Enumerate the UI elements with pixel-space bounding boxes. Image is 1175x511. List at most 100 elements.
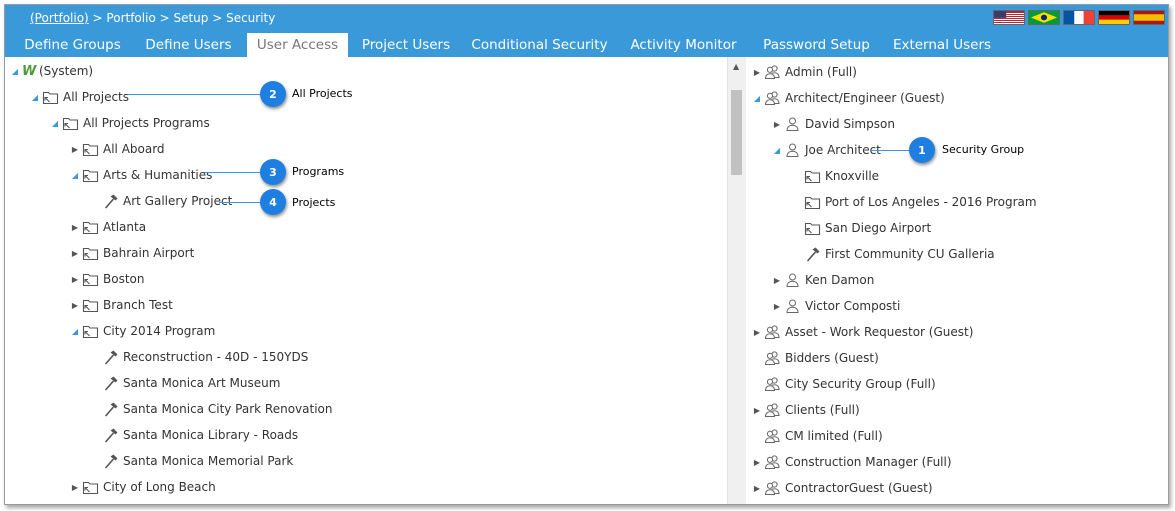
project-node-label: Bahrain Airport	[103, 246, 195, 260]
security-group-tree-node[interactable]: ▶ Ken Damon	[773, 270, 874, 290]
tab-user-access[interactable]: User Access	[247, 33, 348, 57]
scrollbar-thumb[interactable]	[731, 90, 742, 175]
security-group-node-label: City Security Group (Full)	[785, 377, 936, 391]
tab-define-users[interactable]: Define Users	[135, 33, 242, 57]
tab-conditional-security[interactable]: Conditional Security	[464, 33, 615, 57]
project-tree-node[interactable]: ▶ Bahrain Airport	[71, 243, 194, 263]
project-tree-node[interactable]: ◢ All Projects	[31, 87, 129, 107]
system-logo-icon: W	[22, 63, 37, 79]
security-group-node-label: Construction Manager (Full)	[785, 455, 952, 469]
toggle-spacer	[793, 249, 801, 259]
collapse-arrow-icon[interactable]: ◢	[71, 326, 79, 336]
project-tree-node[interactable]: Santa Monica City Park Renovation	[91, 399, 333, 419]
project-node-label: Santa Monica Art Museum	[123, 376, 281, 390]
project-tree-node[interactable]: ◢ City 2014 Program	[71, 321, 215, 341]
security-group-tree-node[interactable]: Bidders (Guest)	[753, 348, 879, 368]
security-group-tree-node[interactable]: ▶ ContractorGuest (Guest)	[753, 478, 933, 498]
france-flag-icon[interactable]	[1063, 10, 1095, 25]
project-tree-node[interactable]: ▶ Boston	[71, 269, 144, 289]
expand-arrow-icon[interactable]: ▶	[753, 327, 761, 337]
project-tree-node[interactable]: ◢ Arts & Humanities	[71, 165, 212, 185]
scroll-up-icon[interactable]: ▲	[733, 62, 739, 71]
folder-icon	[82, 245, 99, 261]
project-node-label: Arts & Humanities	[103, 168, 213, 182]
expand-arrow-icon[interactable]: ▶	[753, 405, 761, 415]
expand-arrow-icon[interactable]: ▶	[71, 274, 79, 284]
security-group-tree-node[interactable]: Knoxville	[793, 166, 879, 186]
germany-flag-icon[interactable]	[1098, 10, 1130, 25]
tab-activity-monitor[interactable]: Activity Monitor	[620, 33, 747, 57]
expand-arrow-icon[interactable]: ▶	[773, 119, 781, 129]
brazil-flag-icon[interactable]	[1028, 10, 1060, 25]
expand-arrow-icon[interactable]: ▶	[753, 67, 761, 77]
security-group-tree-node[interactable]: San Diego Airport	[793, 218, 931, 238]
security-group-tree-node[interactable]: First Community CU Galleria	[793, 244, 995, 264]
project-tree-node[interactable]: Santa Monica Art Museum	[91, 373, 280, 393]
security-group-tree-node[interactable]: ▶ Construction Manager (Full)	[753, 452, 952, 472]
security-group-node-label: Victor Composti	[805, 299, 901, 313]
security-group-tree-node[interactable]: ▶ Admin (Full)	[753, 62, 857, 82]
security-group-tree-node[interactable]: ▶ Asset - Work Requestor (Guest)	[753, 322, 973, 342]
project-tree-node[interactable]: ◢ W (System)	[11, 61, 93, 81]
collapse-arrow-icon[interactable]: ◢	[31, 92, 39, 102]
callout-1-line	[871, 150, 911, 151]
security-group-tree-node[interactable]: ◢ Architect/Engineer (Guest)	[753, 88, 945, 108]
project-node-label: Atlanta	[103, 220, 147, 234]
collapse-arrow-icon[interactable]: ◢	[71, 170, 79, 180]
callout-3-line	[204, 172, 264, 173]
tab-password-setup[interactable]: Password Setup	[752, 33, 881, 57]
project-tree-node[interactable]: ▶ Atlanta	[71, 217, 146, 237]
project-tree-node[interactable]: ▶ City of Long Beach	[71, 477, 216, 497]
expand-arrow-icon[interactable]: ▶	[753, 457, 761, 467]
expand-arrow-icon[interactable]: ▶	[773, 301, 781, 311]
security-group-node-label: CM limited (Full)	[785, 429, 883, 443]
expand-arrow-icon[interactable]: ▶	[71, 248, 79, 258]
toggle-spacer	[793, 171, 801, 181]
expand-arrow-icon[interactable]: ▶	[71, 482, 79, 492]
expand-arrow-icon[interactable]: ▶	[71, 222, 79, 232]
folder-icon	[804, 168, 821, 184]
expand-arrow-icon[interactable]: ▶	[753, 483, 761, 493]
collapse-arrow-icon[interactable]: ◢	[11, 66, 19, 76]
spain-flag-icon[interactable]	[1133, 10, 1165, 25]
tab-project-users[interactable]: Project Users	[353, 33, 459, 57]
breadcrumb: (Portfolio) > Portfolio > Setup > Securi…	[30, 11, 275, 25]
us-flag-icon[interactable]	[993, 10, 1025, 25]
folder-icon	[804, 220, 821, 236]
security-group-tree-node[interactable]: ▶ Clients (Full)	[753, 400, 860, 420]
security-group-node-label: Joe Architect	[805, 143, 881, 157]
project-tree-node[interactable]: ▶ All Aboard	[71, 139, 165, 159]
collapse-arrow-icon[interactable]: ◢	[51, 118, 59, 128]
security-group-tree-node[interactable]: CM limited (Full)	[753, 426, 883, 446]
tab-define-groups[interactable]: Define Groups	[15, 33, 130, 57]
project-node-label: Boston	[103, 272, 145, 286]
group-icon	[764, 350, 781, 366]
collapse-arrow-icon[interactable]: ◢	[773, 145, 781, 155]
security-group-tree-node[interactable]: Port of Los Angeles - 2016 Program	[793, 192, 1037, 212]
user-icon	[784, 272, 801, 288]
folder-icon	[42, 89, 59, 105]
expand-arrow-icon[interactable]: ▶	[71, 144, 79, 154]
group-icon	[764, 324, 781, 340]
project-node-label: Reconstruction - 40D - 150YDS	[123, 350, 309, 364]
project-tree-node[interactable]: Santa Monica Library - Roads	[91, 425, 298, 445]
security-group-tree-node[interactable]: ▶ Victor Composti	[773, 296, 900, 316]
project-tree-node[interactable]: ◢ All Projects Programs	[51, 113, 210, 133]
hammer-icon	[102, 193, 119, 209]
breadcrumb-portfolio-link[interactable]: (Portfolio)	[30, 11, 89, 25]
expand-arrow-icon[interactable]: ▶	[773, 275, 781, 285]
collapse-arrow-icon[interactable]: ◢	[753, 93, 761, 103]
breadcrumb-path: > Portfolio > Setup > Security	[88, 11, 276, 25]
group-icon	[764, 428, 781, 444]
security-group-tree-node[interactable]: City Security Group (Full)	[753, 374, 936, 394]
vertical-scrollbar[interactable]: ▲	[727, 57, 746, 504]
project-tree-node[interactable]: Reconstruction - 40D - 150YDS	[91, 347, 308, 367]
project-tree-node[interactable]: ▶ Branch Test	[71, 295, 173, 315]
project-tree-node[interactable]: Art Gallery Project	[91, 191, 232, 211]
security-group-tree-node[interactable]: ▶ David Simpson	[773, 114, 895, 134]
project-tree-node[interactable]: Santa Monica Memorial Park	[91, 451, 293, 471]
expand-arrow-icon[interactable]: ▶	[71, 300, 79, 310]
folder-icon	[82, 167, 99, 183]
tab-external-users[interactable]: External Users	[886, 33, 998, 57]
security-group-tree-node[interactable]: ◢ Joe Architect	[773, 140, 881, 160]
